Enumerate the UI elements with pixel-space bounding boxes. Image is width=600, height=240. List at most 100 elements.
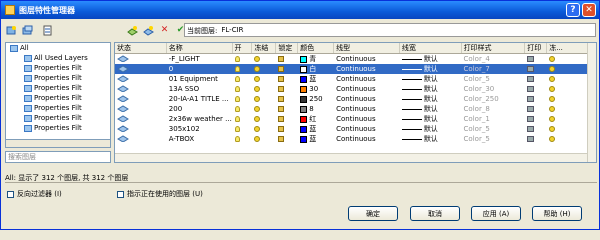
layer-list-vertical-scrollbar[interactable] bbox=[587, 43, 596, 162]
lock-toggle[interactable] bbox=[276, 74, 298, 84]
layer-row[interactable]: 0 白 Continuous 默认 Color_7 bbox=[115, 64, 596, 74]
printer-icon[interactable] bbox=[527, 96, 535, 102]
tree-item[interactable]: Properties Filt bbox=[6, 73, 110, 83]
printer-icon[interactable] bbox=[527, 126, 535, 132]
indicate-used-checkbox[interactable]: 指示正在使用的图层 (U) bbox=[117, 189, 203, 199]
plot-toggle[interactable] bbox=[525, 64, 547, 74]
ok-button[interactable]: 确定 bbox=[348, 206, 398, 221]
color-cell[interactable]: 红 bbox=[298, 114, 334, 124]
lightbulb-icon[interactable] bbox=[234, 66, 240, 72]
layer-name[interactable]: 2x36w weather ... bbox=[167, 114, 233, 124]
close-button[interactable]: ✕ bbox=[582, 3, 596, 17]
help-button[interactable]: 帮助 (H) bbox=[532, 206, 582, 221]
tree-item[interactable]: All Used Layers bbox=[6, 53, 110, 63]
color-cell[interactable]: 蓝 bbox=[298, 124, 334, 134]
plot-toggle[interactable] bbox=[525, 114, 547, 124]
plot-toggle[interactable] bbox=[525, 134, 547, 144]
freeze-toggle[interactable] bbox=[252, 94, 276, 104]
column-header[interactable]: 状态 bbox=[115, 43, 167, 53]
tree-item[interactable]: Properties Filt bbox=[6, 113, 110, 123]
column-header[interactable]: 打印 bbox=[525, 43, 548, 53]
freeze-toggle[interactable] bbox=[252, 104, 276, 114]
lightbulb-icon[interactable] bbox=[234, 56, 240, 62]
on-toggle[interactable] bbox=[233, 124, 253, 134]
lightbulb-icon[interactable] bbox=[234, 86, 240, 92]
plotstyle-cell[interactable]: Color_4 bbox=[462, 54, 526, 64]
lock-icon[interactable] bbox=[278, 126, 285, 132]
printer-icon[interactable] bbox=[527, 56, 535, 62]
column-header[interactable]: 锁定 bbox=[276, 43, 299, 53]
sun-icon[interactable] bbox=[254, 106, 261, 112]
linetype-cell[interactable]: Continuous bbox=[334, 84, 400, 94]
lightbulb-icon[interactable] bbox=[234, 126, 240, 132]
lock-toggle[interactable] bbox=[276, 114, 298, 124]
layer-row[interactable]: 20-IA-A1 TITLE ... 250 Continuous 默认 Color_2… bbox=[115, 94, 596, 104]
column-header[interactable]: 名称 bbox=[167, 43, 233, 53]
printer-icon[interactable] bbox=[527, 76, 535, 82]
layer-name[interactable]: 20-IA-A1 TITLE ... bbox=[167, 94, 233, 104]
lineweight-cell[interactable]: 默认 bbox=[400, 64, 462, 74]
lock-icon[interactable] bbox=[278, 136, 285, 142]
linetype-cell[interactable]: Continuous bbox=[334, 124, 400, 134]
linetype-cell[interactable]: Continuous bbox=[334, 94, 400, 104]
tree-horizontal-scrollbar[interactable] bbox=[5, 139, 111, 148]
lock-toggle[interactable] bbox=[276, 84, 298, 94]
lineweight-cell[interactable]: 默认 bbox=[400, 124, 462, 134]
freeze-toggle[interactable] bbox=[252, 54, 276, 64]
lock-icon[interactable] bbox=[278, 116, 285, 122]
on-toggle[interactable] bbox=[233, 104, 253, 114]
checkbox-box[interactable] bbox=[7, 190, 14, 198]
cancel-button[interactable]: 取消 bbox=[410, 206, 460, 221]
layer-row[interactable]: 13A SSO 30 Continuous 默认 Color_30 bbox=[115, 84, 596, 94]
on-toggle[interactable] bbox=[233, 134, 253, 144]
sun-icon[interactable] bbox=[549, 76, 556, 82]
layer-name[interactable]: A-TBOX bbox=[167, 134, 233, 144]
apply-button[interactable]: 应用 (A) bbox=[471, 206, 521, 221]
on-toggle[interactable] bbox=[233, 84, 253, 94]
invert-filter-checkbox[interactable]: 反向过滤器 (I) bbox=[7, 189, 62, 199]
sun-icon[interactable] bbox=[549, 106, 556, 112]
plot-toggle[interactable] bbox=[525, 54, 547, 64]
lineweight-cell[interactable]: 默认 bbox=[400, 114, 462, 124]
on-toggle[interactable] bbox=[233, 54, 253, 64]
sun-icon[interactable] bbox=[549, 136, 556, 142]
printer-icon[interactable] bbox=[527, 136, 535, 142]
color-cell[interactable]: 青 bbox=[298, 54, 334, 64]
layer-row[interactable]: 2x36w weather ... 红 Continuous 默认 Color_1 bbox=[115, 114, 596, 124]
search-layer-input[interactable]: 搜索图层 bbox=[5, 151, 111, 163]
lock-icon[interactable] bbox=[278, 66, 285, 72]
color-cell[interactable]: 8 bbox=[298, 104, 334, 114]
on-toggle[interactable] bbox=[233, 64, 253, 74]
color-cell[interactable]: 250 bbox=[298, 94, 334, 104]
plotstyle-cell[interactable]: Color_1 bbox=[462, 114, 526, 124]
layer-name[interactable]: -F_LIGHT bbox=[167, 54, 233, 64]
layer-row[interactable]: 200 8 Continuous 默认 Color_8 bbox=[115, 104, 596, 114]
printer-icon[interactable] bbox=[527, 106, 535, 112]
layer-list-horizontal-scrollbar[interactable] bbox=[115, 153, 587, 162]
lock-toggle[interactable] bbox=[276, 64, 298, 74]
sun-icon[interactable] bbox=[254, 136, 261, 142]
sun-icon[interactable] bbox=[549, 66, 556, 72]
lock-toggle[interactable] bbox=[276, 94, 298, 104]
tree-item[interactable]: Properties Filt bbox=[6, 83, 110, 93]
linetype-cell[interactable]: Continuous bbox=[334, 64, 400, 74]
layer-list[interactable]: 状态 名称开冻结 锁定 颜色 线型 线宽 打印样式 打印 冻... -F_LIGHT 青 Conti… bbox=[114, 42, 597, 163]
title-bar[interactable]: 图层特性管理器 bbox=[1, 1, 599, 19]
linetype-cell[interactable]: Continuous bbox=[334, 134, 400, 144]
layer-name[interactable]: 01 Equipment bbox=[167, 74, 233, 84]
sun-icon[interactable] bbox=[254, 86, 261, 92]
lock-icon[interactable] bbox=[278, 96, 285, 102]
printer-icon[interactable] bbox=[527, 66, 535, 72]
freeze-toggle[interactable] bbox=[252, 134, 276, 144]
sun-icon[interactable] bbox=[254, 126, 261, 132]
checkbox-box[interactable] bbox=[117, 190, 124, 198]
new-layer-icon[interactable] bbox=[126, 24, 139, 37]
freeze-toggle[interactable] bbox=[252, 64, 276, 74]
column-header[interactable]: 开 bbox=[233, 43, 253, 53]
sun-icon[interactable] bbox=[549, 126, 556, 132]
freeze-toggle[interactable] bbox=[252, 74, 276, 84]
color-cell[interactable]: 蓝 bbox=[298, 134, 334, 144]
plotstyle-cell[interactable]: Color_5 bbox=[462, 134, 526, 144]
plot-toggle[interactable] bbox=[525, 104, 547, 114]
sun-icon[interactable] bbox=[549, 96, 556, 102]
